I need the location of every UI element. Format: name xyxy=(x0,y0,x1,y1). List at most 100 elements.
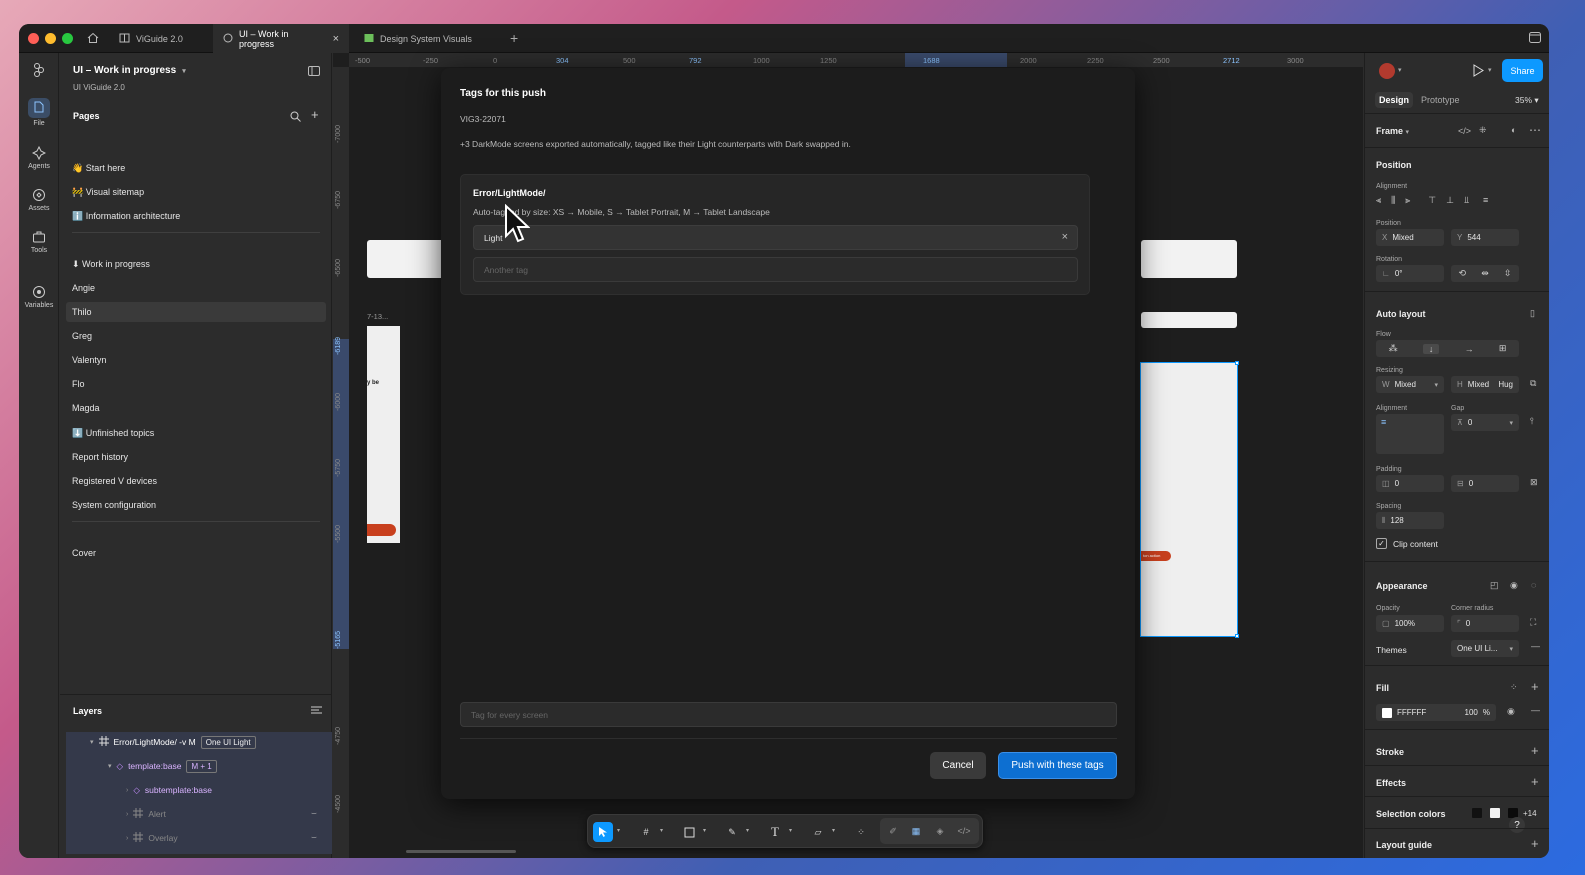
avatar[interactable] xyxy=(1379,63,1395,79)
layer-row[interactable]: ▾ Error/LightMode/ -v M One UI Light xyxy=(90,732,256,752)
maximize-window-button[interactable] xyxy=(62,33,73,44)
tab-viguide[interactable]: ViGuide 2.0 xyxy=(109,24,213,53)
design-mode-icon[interactable]: ▦ xyxy=(906,821,926,841)
padding-individual-icon[interactable]: ⊠ xyxy=(1530,477,1538,488)
flow-horizontal-icon[interactable]: → xyxy=(1465,344,1474,354)
share-button[interactable]: Share xyxy=(1502,59,1543,82)
another-tag-input[interactable]: Another tag xyxy=(473,257,1078,282)
remove-fill-icon[interactable]: — xyxy=(1531,705,1540,715)
rotate-icon[interactable]: ⟲ xyxy=(1459,268,1467,279)
code-icon[interactable]: </> xyxy=(1458,126,1471,136)
align-center-h-icon[interactable]: ⫼ xyxy=(1391,195,1395,209)
page-item[interactable]: ℹ️ Information architecture xyxy=(72,206,324,226)
rotation-field[interactable]: ∟ 0° xyxy=(1376,265,1444,282)
rail-assets[interactable]: Assets xyxy=(19,188,59,212)
canvas-scrollbar[interactable] xyxy=(406,850,516,853)
chevron-down-icon[interactable]: ▾ xyxy=(660,827,663,834)
close-window-button[interactable] xyxy=(28,33,39,44)
page-item[interactable]: Report history xyxy=(72,447,324,467)
autolayout-settings-icon[interactable]: ▯ xyxy=(1530,308,1535,319)
gap-field[interactable]: ⊼ 0 ▾ xyxy=(1451,414,1519,431)
rail-variables[interactable]: Variables xyxy=(19,285,59,309)
chevron-down-icon[interactable]: ▾ xyxy=(617,827,620,834)
eye-icon[interactable]: ◉ xyxy=(1510,580,1518,591)
page-item[interactable]: 👋 Start here xyxy=(72,158,324,178)
resize-constraint-icon[interactable]: ⧉ xyxy=(1530,378,1536,389)
color-swatch[interactable] xyxy=(1490,808,1500,818)
page-item[interactable]: 🚧 Visual sitemap xyxy=(72,182,324,202)
chevron-down-icon[interactable]: ▾ xyxy=(1488,66,1492,74)
tab-design-system-visuals[interactable]: Design System Visuals xyxy=(354,24,499,53)
rail-file[interactable]: File xyxy=(19,98,59,127)
figma-menu-icon[interactable] xyxy=(19,63,59,80)
color-swatch[interactable] xyxy=(1472,808,1482,818)
opacity-field[interactable]: ▢ 100% xyxy=(1376,615,1444,632)
spacing-field[interactable]: ⫴ 128 xyxy=(1376,512,1444,529)
width-field[interactable]: W Mixed ▾ xyxy=(1376,376,1444,393)
page-item-selected[interactable]: Thilo xyxy=(66,302,326,322)
fill-field[interactable]: FFFFFF 100 % xyxy=(1376,704,1496,721)
gap-settings-icon[interactable]: ⫯ xyxy=(1530,416,1534,427)
page-item[interactable]: Flo xyxy=(72,374,324,394)
move-tool-icon[interactable] xyxy=(593,822,613,842)
align-center-v-icon[interactable]: ⊥ xyxy=(1446,195,1454,209)
flip-vertical-icon[interactable]: ⇳ xyxy=(1504,268,1512,279)
panel-layout-icon[interactable] xyxy=(308,66,320,78)
chevron-down-icon[interactable]: ▾ xyxy=(746,827,749,834)
tab-design[interactable]: Design xyxy=(1375,92,1414,108)
add-fill-icon[interactable]: + xyxy=(1531,679,1539,694)
minimize-window-button[interactable] xyxy=(45,33,56,44)
contrast-icon[interactable]: ◐ xyxy=(1511,125,1516,135)
layer-row[interactable]: › ◇ subtemplate:base xyxy=(126,780,212,800)
flow-vertical-icon[interactable]: ↓ xyxy=(1422,343,1440,354)
align-bottom-icon[interactable]: ⫫ xyxy=(1464,195,1469,209)
blend-icon[interactable]: ◌ xyxy=(1531,580,1536,590)
rectangle-tool-icon[interactable] xyxy=(679,822,699,842)
canvas-frame-bar[interactable] xyxy=(1141,312,1237,328)
remove-icon[interactable]: — xyxy=(1531,641,1540,651)
resize-handle[interactable] xyxy=(1235,361,1239,365)
every-screen-tag-input[interactable]: Tag for every screen xyxy=(460,702,1117,727)
page-item[interactable]: Registered V devices xyxy=(72,471,324,491)
chevron-down-icon[interactable]: ▾ xyxy=(703,827,706,834)
page-item[interactable]: Valentyn xyxy=(72,350,324,370)
page-item[interactable]: ⬇️ Unfinished topics xyxy=(72,423,324,443)
pen-tool-icon[interactable]: ✎ xyxy=(722,822,742,842)
page-item[interactable]: Magda xyxy=(72,398,324,418)
zoom-dropdown[interactable]: 35% ▾ xyxy=(1515,95,1539,106)
page-item[interactable]: Angie xyxy=(72,278,324,298)
component-icon[interactable]: ⁜ xyxy=(1479,125,1487,136)
close-tab-icon[interactable]: × xyxy=(333,33,339,45)
clear-tag-icon[interactable]: × xyxy=(1062,231,1068,243)
sidebar-toggle-icon[interactable] xyxy=(1529,32,1541,45)
flip-horizontal-icon[interactable]: ⇹ xyxy=(1481,268,1489,279)
y-field[interactable]: Y 544 xyxy=(1451,229,1519,246)
component-mode-icon[interactable]: ◈ xyxy=(930,821,950,841)
present-play-icon[interactable] xyxy=(1472,64,1484,79)
padding-horizontal-field[interactable]: ◫ 0 xyxy=(1376,475,1444,492)
canvas-frame-phone[interactable]: y be xyxy=(367,326,400,543)
chevron-down-icon[interactable]: ▾ xyxy=(832,827,835,834)
text-tool-icon[interactable]: T xyxy=(765,822,785,842)
flow-freeform-icon[interactable]: ⁂ xyxy=(1389,343,1398,354)
canvas-frame-selected[interactable]: ton action xyxy=(1140,361,1239,638)
x-field[interactable]: X Mixed xyxy=(1376,229,1444,246)
chevron-down-icon[interactable]: ▾ xyxy=(1398,66,1402,74)
align-right-icon[interactable]: ⫸ xyxy=(1405,195,1410,209)
clip-content-checkbox[interactable]: ✓ Clip content xyxy=(1376,538,1438,549)
comment-tool-icon[interactable]: ▱ xyxy=(808,822,828,842)
add-stroke-icon[interactable]: + xyxy=(1531,743,1539,758)
more-icon[interactable]: ⋯ xyxy=(1529,123,1541,137)
tab-prototype[interactable]: Prototype xyxy=(1421,95,1460,105)
tab-work-in-progress[interactable]: UI – Work in progress × xyxy=(213,24,349,53)
more-colors-count[interactable]: +14 xyxy=(1523,809,1537,818)
height-field[interactable]: H Mixed Hug xyxy=(1451,376,1519,393)
layer-row[interactable]: › Overlay xyxy=(126,828,178,848)
search-icon[interactable] xyxy=(290,111,301,124)
page-item[interactable]: Greg xyxy=(72,326,324,346)
help-icon[interactable]: ? xyxy=(1509,817,1525,833)
styles-grid-icon[interactable]: ⁘ xyxy=(1510,682,1518,693)
align-left-icon[interactable]: ⫷ xyxy=(1376,195,1381,209)
style-icon[interactable]: ◰ xyxy=(1490,580,1499,591)
home-icon[interactable] xyxy=(87,32,99,44)
